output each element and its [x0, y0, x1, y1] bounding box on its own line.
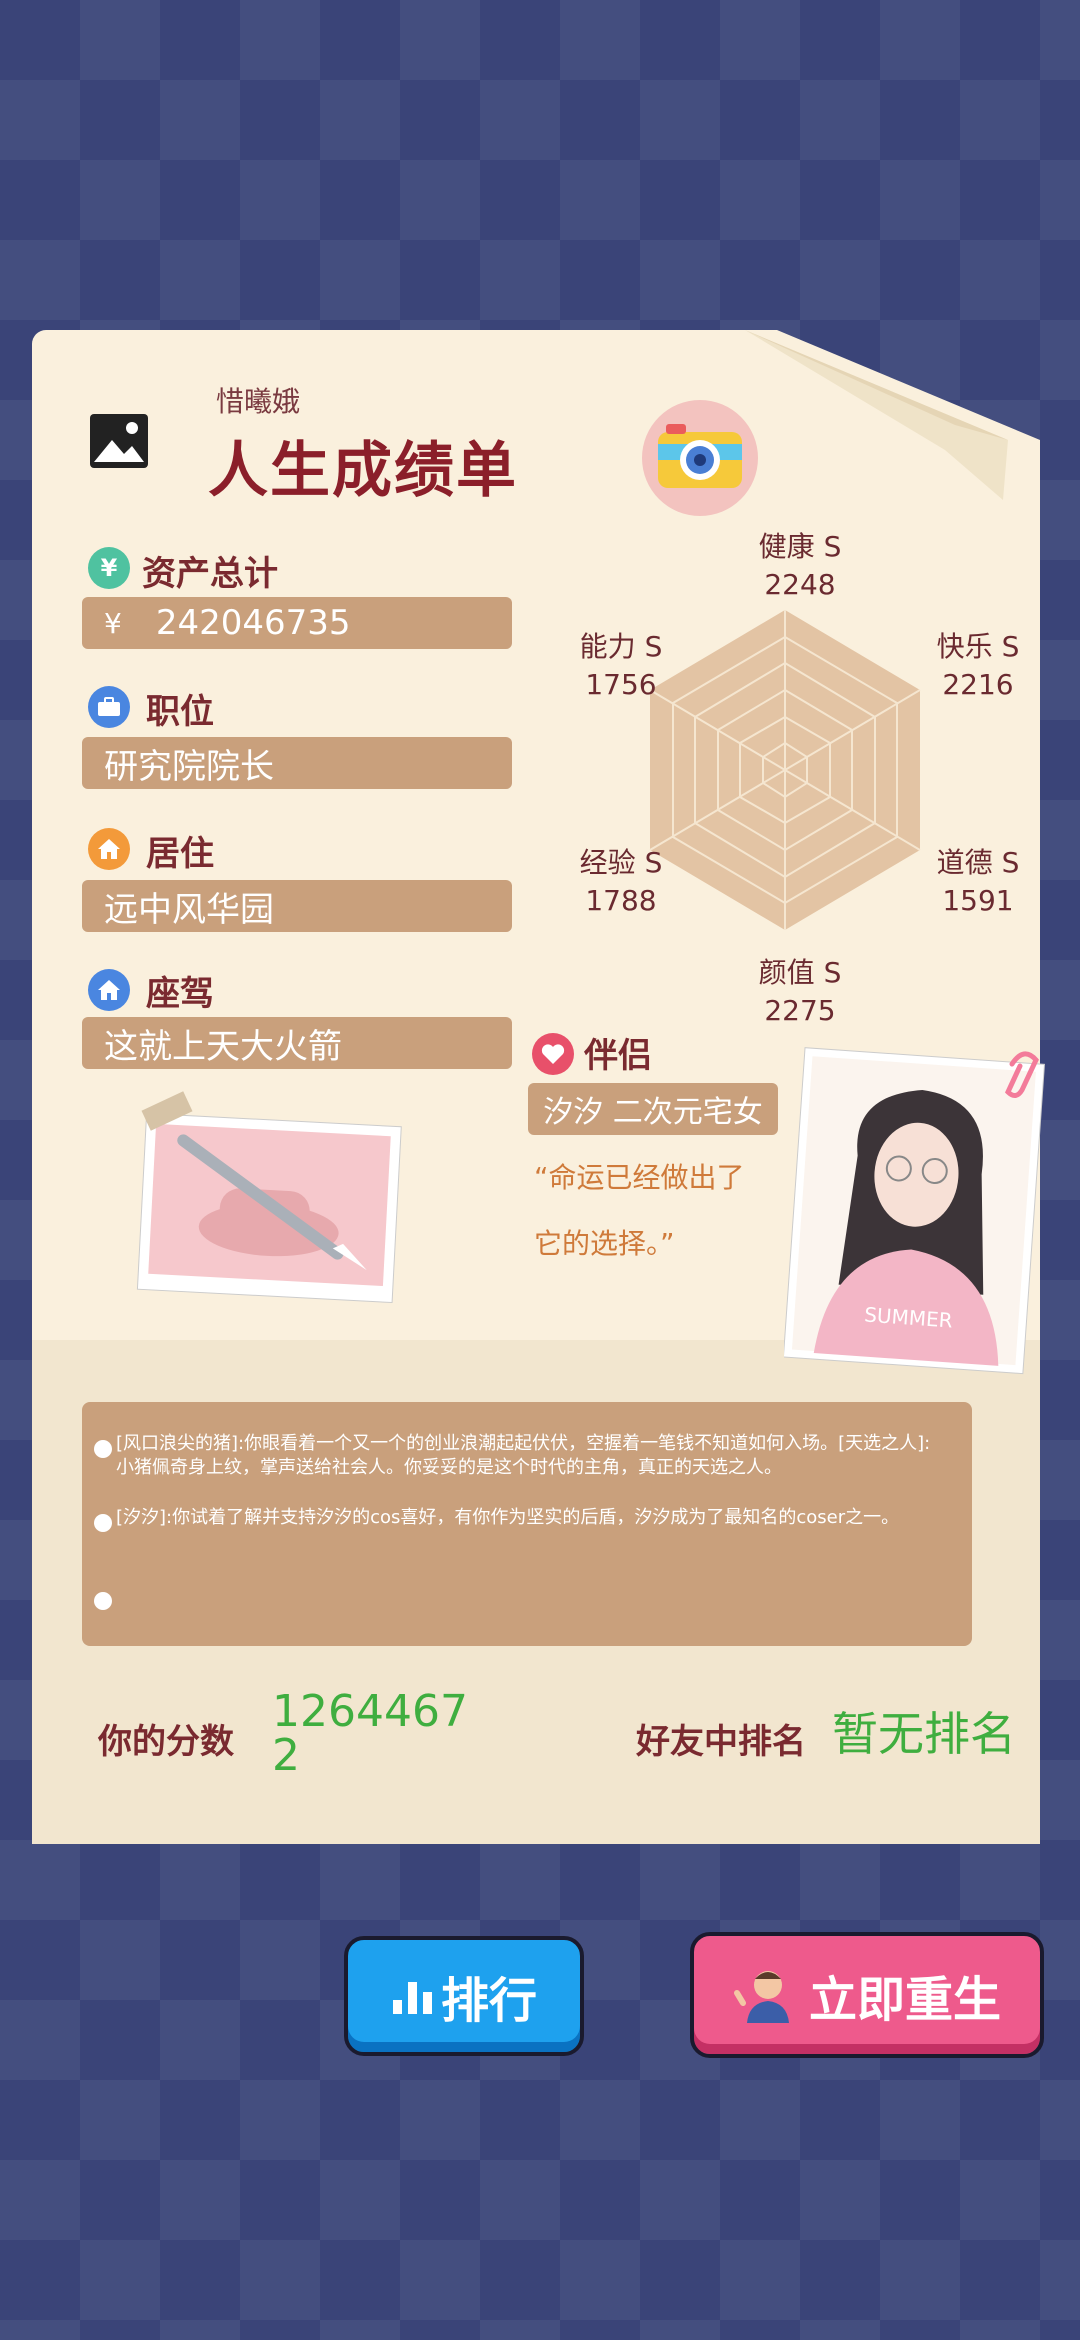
job-value: 研究院院长 [82, 737, 512, 789]
log-bullet [94, 1440, 112, 1458]
reborn-button-label: 立即重生 [808, 1972, 1001, 2028]
stat-ability: 能力 S 1756 [579, 630, 663, 701]
rank-value: 暂无排名 [832, 1707, 1016, 1761]
log-bullet [94, 1592, 112, 1610]
rank-button-label: 排行 [440, 1973, 537, 2029]
stat-happiness: 快乐 S 2216 [936, 630, 1020, 701]
partner-photo[interactable]: SUMMER [784, 1040, 1054, 1380]
camera-icon[interactable] [640, 398, 760, 518]
partner-name: 汐汐 二次元宅女 [528, 1083, 778, 1135]
stat-experience: 经验 S 1788 [579, 846, 663, 917]
home-icon [88, 969, 130, 1011]
player-name: 惜曦娥 [216, 385, 301, 418]
heart-icon [532, 1033, 574, 1075]
yen-icon: ¥ [88, 547, 130, 589]
rank-button[interactable]: 排行 [344, 1936, 584, 2056]
log-item: [风口浪尖的猪]:你眼看着一个又一个的创业浪潮起起伏伏，空握着一笔钱不知道如何入… [94, 1432, 946, 1480]
partner-quote-line1: “命运已经做出了 [534, 1161, 745, 1194]
event-log: [风口浪尖的猪]:你眼看着一个又一个的创业浪潮起起伏伏，空握着一笔钱不知道如何入… [82, 1402, 972, 1646]
reborn-button[interactable]: 立即重生 [690, 1932, 1044, 2058]
job-label: 职位 [146, 692, 214, 732]
partner-label: 伴侣 [584, 1036, 652, 1076]
score-value: 1264467 2 [272, 1686, 468, 1781]
vehicle-label: 座驾 [146, 974, 214, 1014]
assets-value: 242046735 [155, 603, 351, 643]
residence-value: 远中风华园 [82, 880, 512, 932]
residence-label: 居住 [146, 834, 214, 874]
score-label: 你的分数 [98, 1722, 234, 1762]
stat-health: 健康 S 2248 [758, 530, 842, 601]
currency-symbol: ¥ [104, 606, 122, 640]
home-icon [88, 828, 130, 870]
rank-label: 好友中排名 [636, 1722, 806, 1762]
briefcase-icon [88, 686, 130, 728]
page-title: 人生成绩单 [208, 436, 518, 506]
log-bullet [94, 1514, 112, 1532]
vehicle-value: 这就上天大火箭 [82, 1017, 512, 1069]
bar-chart-icon [392, 1982, 432, 2014]
log-item: [汐汐]:你试着了解并支持汐汐的cos喜好，有你作为坚实的后盾，汐汐成为了最知名… [94, 1506, 946, 1532]
vehicle-photo [136, 1091, 402, 1304]
page-curl [745, 330, 1008, 500]
assets-value-bar: ¥ 242046735 [82, 597, 512, 649]
partner-quote-line2: 它的选择。” [534, 1227, 675, 1260]
assets-label: 资产总计 [142, 554, 278, 594]
image-icon[interactable] [88, 410, 150, 472]
stat-morality: 道德 S 1591 [936, 846, 1020, 917]
person-shrug-icon [733, 1971, 789, 2023]
stat-looks: 颜值 S 2275 [758, 956, 842, 1027]
